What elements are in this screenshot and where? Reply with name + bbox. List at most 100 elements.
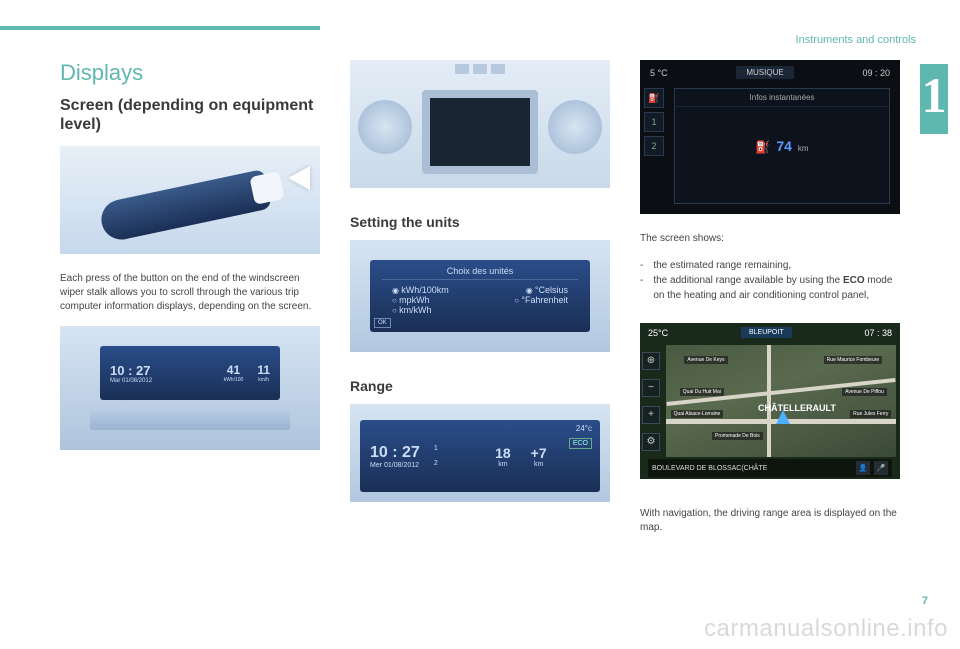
units-panel: Choix des unités kWh/100km °Celsius mpkW… (370, 260, 590, 332)
nav-btn-gear-icon: ⚙ (642, 433, 660, 451)
street-label: Rue Jules Ferry (850, 410, 891, 418)
chapter-number: 1 (920, 64, 948, 134)
range-date: Mer 01/08/2012 (370, 462, 420, 469)
ts-value-unit: km (798, 144, 809, 153)
nav-btn-plus-icon: + (642, 406, 660, 424)
unit-opt-celsius: °Celsius (526, 285, 568, 295)
range-value-1: 18 km (495, 445, 511, 468)
street-label: Avenue De Piffou (842, 388, 887, 396)
cluster-value-1: 41 kWh/100 (224, 363, 244, 383)
page-content: Displays Screen (depending on equipment … (60, 60, 900, 619)
nav-mic-icon: 🎤 (874, 461, 888, 475)
column-3: 5 °C MUSIQUE 09 : 20 ⛽ 1 2 Infos instant… (640, 60, 900, 619)
range-value-1-num: 18 (495, 445, 511, 461)
pointer-arrow-icon (288, 166, 310, 190)
range-value-2-unit: km (531, 461, 547, 468)
radio-slot (90, 410, 290, 430)
stalk-button-tip (249, 172, 284, 206)
fuel-pump-icon: ⛽ (755, 140, 770, 154)
cluster-value-2-unit: km/h (257, 377, 270, 383)
range-value-1-unit: km (495, 461, 511, 468)
nav-clock: 07 : 38 (864, 328, 892, 338)
nav-bottom-bar: BOULEVARD DE BLOSSAC(CHÂTE 👤 🎤 (648, 459, 892, 477)
range-side-1: 1 (434, 445, 438, 452)
ts-value-num: 74 (776, 138, 792, 154)
units-row-3: km/kWh (382, 305, 578, 315)
column-1: Displays Screen (depending on equipment … (60, 60, 320, 619)
range-time-block: 10 : 27 Mer 01/08/2012 (370, 444, 420, 469)
unit-opt-kwh100: kWh/100km (392, 285, 449, 295)
street-label: Quai Du Huit Mai (680, 388, 724, 396)
nav-cursor-icon (776, 410, 790, 424)
road (767, 345, 771, 457)
nav-temp: 25°C (648, 328, 668, 338)
ts-temp: 5 °C (650, 68, 668, 78)
ts-panel-title: Infos instantanées (675, 89, 889, 107)
ts-tab: MUSIQUE (736, 66, 793, 79)
units-title: Choix des unités (382, 266, 578, 280)
air-vent-left (358, 100, 412, 154)
ts-side-buttons: ⛽ 1 2 (644, 88, 664, 156)
range-image: 10 : 27 Mer 01/08/2012 1 2 18 km +7 km (350, 404, 610, 502)
street-label: Avenue De Keys (684, 356, 727, 364)
stalk-description: Each press of the button on the end of t… (60, 272, 320, 314)
nav-map-canvas: Avenue De Keys Rue Maurice Fombeure Quai… (666, 345, 896, 457)
column-2: Setting the units Choix des unités kWh/1… (350, 60, 610, 619)
nav-bottom-buttons: 👤 🎤 (854, 461, 888, 475)
stalk-image (60, 146, 320, 254)
unit-opt-mpkwh: mpkWh (392, 295, 430, 305)
subsection-title: Screen (depending on equipment level) (60, 96, 320, 134)
bullet-2-text: the additional range available by using … (653, 273, 900, 303)
unit-opt-fahrenheit: °Fahrenheit (514, 295, 568, 305)
cluster-values: 41 kWh/100 11 km/h (224, 363, 270, 383)
ts-btn-pump-icon: ⛽ (644, 88, 664, 108)
bullet-2-bold: ECO (843, 275, 865, 286)
console-image (350, 60, 610, 188)
range-value-2: +7 km (531, 445, 547, 468)
street-label: Quai Alsace-Lorraine (671, 410, 724, 418)
nav-side-buttons: ⊕ − + ⚙ (642, 347, 662, 455)
cluster-image: 10 : 27 Mar 01/08/2012 41 kWh/100 11 km/… (60, 326, 320, 450)
touchscreen-range-image: 5 °C MUSIQUE 09 : 20 ⛽ 1 2 Infos instant… (640, 60, 900, 214)
cluster-value-2-num: 11 (257, 363, 270, 377)
accent-bar (0, 26, 320, 30)
ts-clock: 09 : 20 (862, 68, 890, 78)
range-temp: 24°c (576, 424, 592, 433)
air-vent-right (548, 100, 602, 154)
shows-intro: The screen shows: (640, 232, 900, 246)
range-time: 10 : 27 (370, 444, 420, 462)
units-row-1: kWh/100km °Celsius (382, 285, 578, 295)
range-mid-icons: 1 2 (434, 445, 438, 467)
wiper-stalk (98, 169, 273, 243)
cluster-screen: 10 : 27 Mar 01/08/2012 41 kWh/100 11 km/… (100, 346, 280, 400)
nav-top-bar: 25°C BLEUPOIT 07 : 38 (648, 327, 892, 338)
bullet-1: - the estimated range remaining, (640, 258, 900, 273)
nav-bottom-street: BOULEVARD DE BLOSSAC(CHÂTE (652, 465, 767, 472)
nav-description: With navigation, the driving range area … (640, 507, 900, 535)
ts-panel: Infos instantanées ⛽ 74 km (674, 88, 890, 204)
street-label: Rue Maurice Fombeure (824, 356, 883, 364)
cluster-value-1-num: 41 (224, 363, 244, 377)
console-top-buttons (455, 64, 505, 74)
units-image: Choix des unités kWh/100km °Celsius mpkW… (350, 240, 610, 352)
page-number: 7 (922, 595, 928, 607)
ts-top-bar: 5 °C MUSIQUE 09 : 20 (650, 66, 890, 79)
cluster-time: 10 : 27 (110, 363, 152, 378)
unit-opt-kmkwh: km/kWh (392, 305, 432, 315)
dash-icon: - (640, 273, 643, 303)
bullet-1-text: the estimated range remaining, (653, 258, 791, 273)
section-title: Displays (60, 60, 320, 86)
nav-btn-target-icon: ⊕ (642, 352, 660, 370)
bullet-2a: the additional range available by using … (653, 275, 843, 286)
nav-map-image: 25°C BLEUPOIT 07 : 38 ⊕ − + ⚙ 30 Avenue … (640, 323, 900, 479)
cluster-date: Mar 01/08/2012 (110, 378, 152, 384)
range-panel: 10 : 27 Mer 01/08/2012 1 2 18 km +7 km (360, 420, 600, 492)
bullet-2: - the additional range available by usin… (640, 273, 900, 303)
range-side-2: 2 (434, 460, 438, 467)
range-heading: Range (350, 378, 610, 394)
console-screen (422, 90, 538, 174)
range-value-2-num: +7 (531, 445, 547, 461)
street-label: Promenade De Bois (712, 432, 763, 440)
units-heading: Setting the units (350, 214, 610, 230)
watermark: carmanualsonline.info (704, 615, 948, 643)
